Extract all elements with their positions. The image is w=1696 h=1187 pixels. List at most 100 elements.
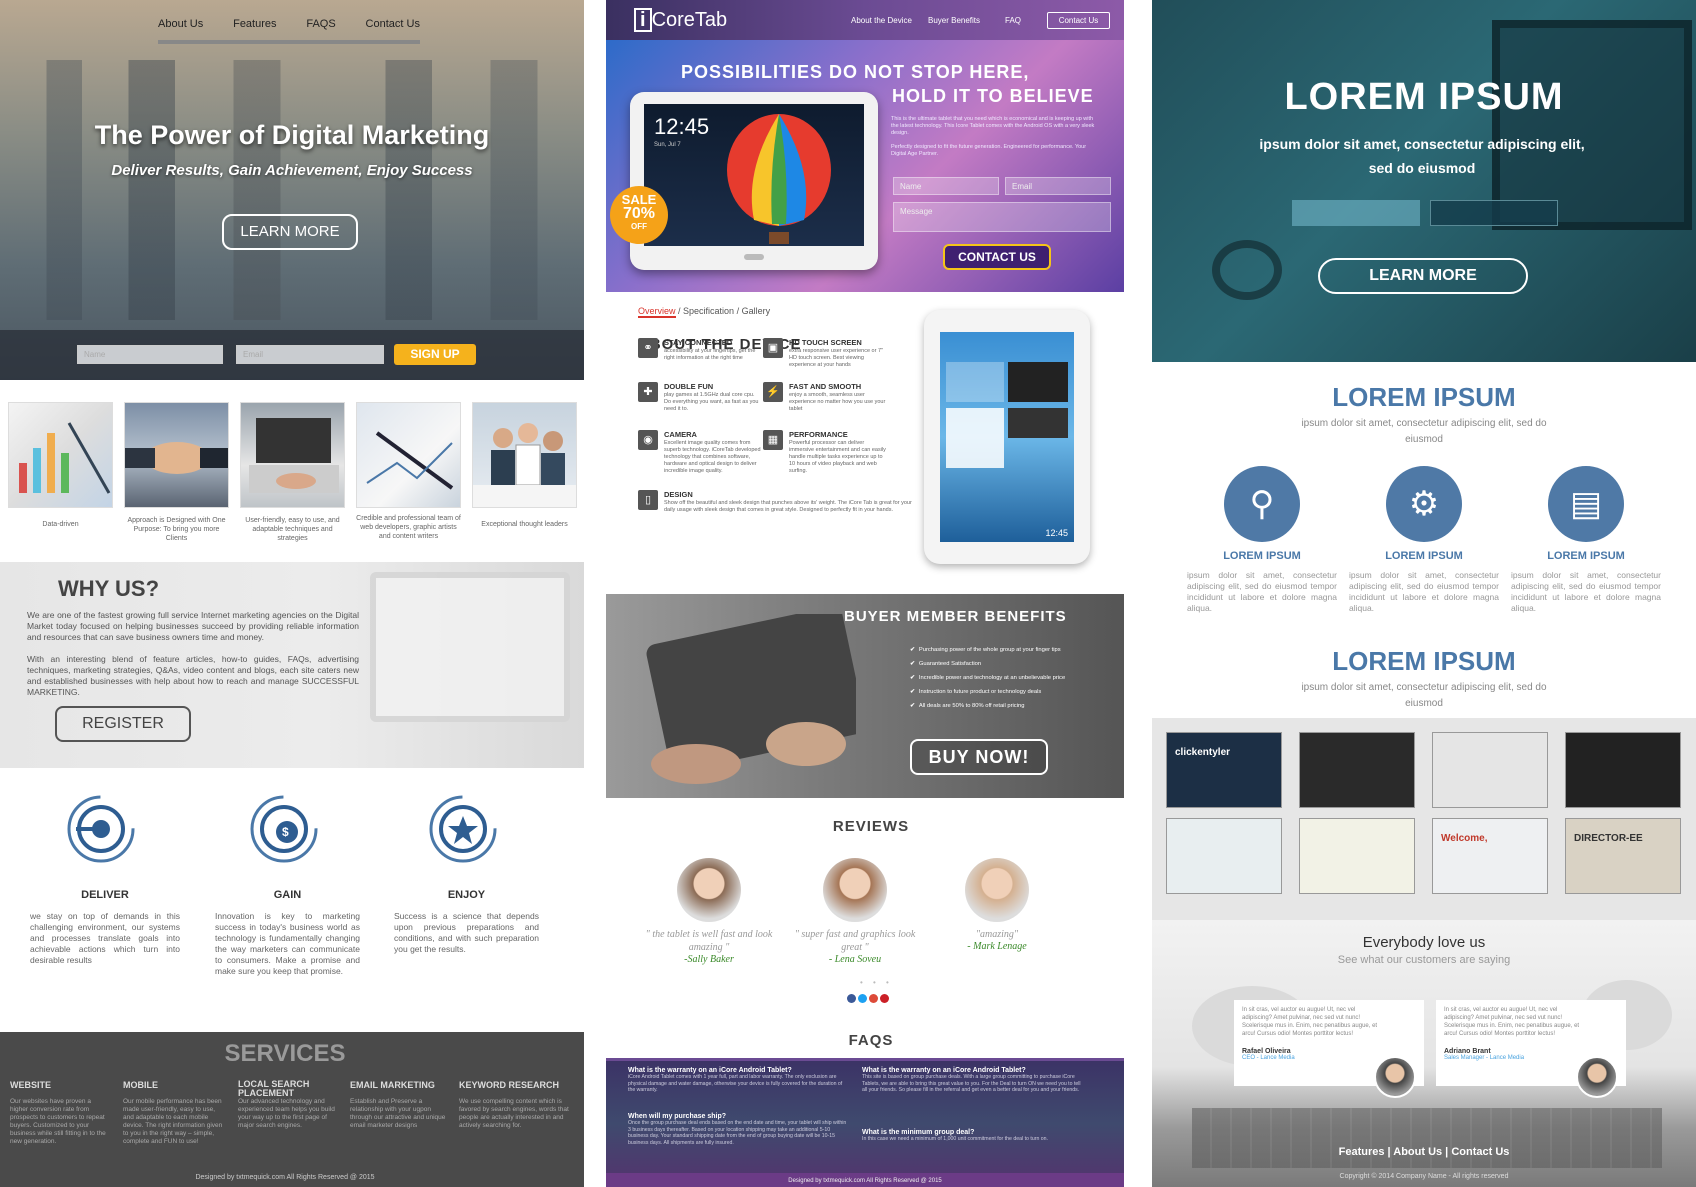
faq-question: When will my purchase ship? bbox=[628, 1113, 727, 1120]
signup-name-field[interactable]: Name bbox=[77, 345, 223, 364]
facebook-icon[interactable] bbox=[847, 994, 856, 1003]
contact-email-field[interactable]: Email bbox=[1005, 177, 1111, 195]
contact-name-field[interactable]: Name bbox=[893, 177, 999, 195]
city-skyline bbox=[0, 60, 584, 320]
signup-button[interactable]: SIGN UP bbox=[394, 344, 476, 365]
spec-item: ▣ HD TOUCH SCREEN extra responsive user ex… bbox=[763, 338, 883, 378]
check-icon: ✔ bbox=[910, 647, 915, 653]
service-title: EMAIL MARKETING bbox=[350, 1080, 435, 1090]
review-card: " the tablet is well fast and look amazi… bbox=[644, 858, 774, 965]
teal-hero: LOREM IPSUM ipsum dolor sit amet, consec… bbox=[1152, 0, 1696, 362]
lorem-feature: ⚙ LOREM IPSUM ipsum dolor sit amet, consec… bbox=[1349, 466, 1499, 614]
logo-text: CoreTab bbox=[651, 9, 728, 31]
spec-text: accessibility at your fingertips, get th… bbox=[664, 348, 756, 361]
monitor-background bbox=[1492, 20, 1692, 230]
nav-features[interactable]: Features bbox=[233, 18, 276, 40]
spec-title: HD TOUCH SCREEN bbox=[789, 338, 862, 347]
review-card: "amazing" - Mark Lenage bbox=[932, 858, 1062, 952]
testimonial-subtitle: See what our customers are saying bbox=[1337, 954, 1511, 966]
chart-photo-icon bbox=[19, 422, 111, 494]
google-plus-icon[interactable] bbox=[869, 994, 878, 1003]
spec-item: ◉ CAMERA Excellent image quality comes fro… bbox=[638, 430, 761, 474]
benefit-list: ✔ Purchasing power of the whole group at … bbox=[910, 646, 1120, 716]
benefit-text: Guaranteed Satisfaction bbox=[918, 661, 982, 667]
copyright: Copyright © 2014 Company Name - All righ… bbox=[1339, 1173, 1509, 1180]
camera-icon: ◉ bbox=[638, 430, 658, 450]
sale-line-2: 70% bbox=[622, 205, 656, 222]
device-widget bbox=[946, 362, 1004, 402]
nav-faq[interactable]: FAQ bbox=[1005, 16, 1021, 25]
testimonial-text: In sit cras, vel auctor eu augue! Ut, ne… bbox=[1444, 1007, 1580, 1037]
tablet-date: Sun, Jul 7 bbox=[654, 142, 681, 148]
register-button[interactable]: REGISTER bbox=[55, 706, 191, 742]
service-title: WEBSITE bbox=[10, 1080, 52, 1090]
review-name: - Mark Lenage bbox=[967, 941, 1027, 952]
faq-item[interactable]: What is the minimum group deal? In this c… bbox=[862, 1129, 1082, 1143]
avatar bbox=[823, 858, 887, 922]
twitter-icon[interactable] bbox=[858, 994, 867, 1003]
nav-about[interactable]: About Us bbox=[158, 18, 203, 40]
benefit-item: ✔ All deals are 50% to 80% off retail pri… bbox=[910, 702, 1120, 716]
lorem-feature-text: ipsum dolor sit amet, consectetur adipis… bbox=[1511, 570, 1661, 613]
portfolio-thumbnail[interactable] bbox=[1166, 818, 1282, 894]
device-time: 12:45 bbox=[1045, 528, 1068, 538]
nav-faqs[interactable]: FAQS bbox=[306, 18, 335, 40]
lorem-feature: ⚲ LOREM IPSUM ipsum dolor sit amet, consec… bbox=[1187, 466, 1337, 614]
pinterest-icon[interactable] bbox=[880, 994, 889, 1003]
gallery-caption: Credible and professional team of web de… bbox=[356, 515, 461, 540]
footer-links[interactable]: Features | About Us | Contact Us bbox=[1152, 1146, 1696, 1158]
portfolio-thumbnail[interactable] bbox=[1299, 818, 1415, 894]
why-us-section: WHY US? We are one of the fastest growin… bbox=[0, 562, 584, 768]
benefit-item: ✔ Purchasing power of the whole group at … bbox=[910, 646, 1120, 660]
tab-overview[interactable]: Overview bbox=[638, 306, 676, 318]
spec-item: ▦ PERFORMANCE Powerful processor can deliv… bbox=[763, 430, 886, 474]
review-name: - Lena Soveu bbox=[828, 954, 882, 965]
reviews-section: REVIEWS " the tablet is well fast and lo… bbox=[606, 798, 1124, 1022]
faq-item[interactable]: What is the warranty on an iCore Android… bbox=[628, 1067, 848, 1094]
tab-specification[interactable]: Specification bbox=[683, 306, 734, 316]
nav-contact-button[interactable]: Contact Us bbox=[1047, 12, 1110, 29]
spec-title: PERFORMANCE bbox=[789, 430, 848, 439]
contact-us-button[interactable]: CONTACT US bbox=[943, 244, 1051, 270]
nav-about-device[interactable]: About the Device bbox=[851, 16, 912, 25]
portfolio-thumbnail[interactable] bbox=[1565, 732, 1681, 808]
spec-item: ⚡ FAST AND SMOOTH enjoy a smooth, seamless… bbox=[763, 382, 885, 422]
nav-contact[interactable]: Contact Us bbox=[366, 18, 420, 40]
carousel-dots: • • • bbox=[860, 978, 893, 987]
left-footer: Designed by txtmequick.com All Rights Re… bbox=[195, 1174, 375, 1181]
tablet-in-hands-image bbox=[646, 614, 856, 784]
faq-item[interactable]: What is the warranty on an iCore Android… bbox=[862, 1067, 1082, 1094]
hero-input-1[interactable] bbox=[1292, 200, 1420, 226]
portfolio-thumbnail[interactable] bbox=[1299, 732, 1415, 808]
learn-more-button[interactable]: LEARN MORE bbox=[222, 214, 358, 250]
portfolio-thumbnail[interactable]: DIRECTOR-EE bbox=[1565, 818, 1681, 894]
review-quote: "amazing" bbox=[975, 929, 1019, 940]
spec-title: DESIGN bbox=[664, 490, 693, 499]
gear-icon: ⚙ bbox=[1386, 466, 1462, 542]
icore-logo[interactable]: i CoreTab bbox=[634, 8, 727, 32]
nav-buyer-benefits[interactable]: Buyer Benefits bbox=[928, 16, 980, 25]
portfolio-section: LOREM IPSUM ipsum dolor sit amet, consec… bbox=[1152, 624, 1696, 920]
hero-title-line-2: HOLD IT TO BELIEVE bbox=[892, 86, 1094, 106]
hero-input-2[interactable] bbox=[1430, 200, 1558, 226]
portfolio-thumbnail[interactable]: Welcome, bbox=[1432, 818, 1548, 894]
faq-question: What is the warranty on an iCore Android… bbox=[862, 1067, 1026, 1074]
lorem-feature-text: ipsum dolor sit amet, consectetur adipis… bbox=[1187, 570, 1337, 613]
portfolio-thumbnail[interactable]: clickentyler bbox=[1166, 732, 1282, 808]
contact-message-field[interactable]: Message bbox=[893, 202, 1111, 232]
portfolio-thumbnail[interactable] bbox=[1432, 732, 1548, 808]
gallery-caption: Approach is Designed with One Purpose: T… bbox=[127, 517, 226, 542]
spec-title: STAY CONNECTED bbox=[664, 338, 733, 347]
hero-section: About Us Features FAQS Contact Us The Po… bbox=[0, 0, 584, 380]
service-keyword: KEYWORD RESEARCH We use compelling conte… bbox=[459, 1080, 571, 1130]
feature-text: Innovation is key to marketing success i… bbox=[215, 911, 360, 976]
features-section: DELIVER we stay on top of demands in thi… bbox=[0, 768, 584, 1030]
faq-item[interactable]: When will my purchase ship? Once the grou… bbox=[628, 1113, 848, 1146]
learn-more-button[interactable]: LEARN MORE bbox=[1318, 258, 1528, 294]
feature-title: DELIVER bbox=[81, 889, 129, 901]
signup-email-field[interactable]: Email bbox=[236, 345, 384, 364]
tab-gallery[interactable]: Gallery bbox=[742, 306, 771, 316]
avatar bbox=[677, 858, 741, 922]
buy-now-button[interactable]: BUY NOW! bbox=[910, 739, 1048, 775]
tablet-screen: 12:45 Sun, Jul 7 bbox=[644, 104, 864, 246]
